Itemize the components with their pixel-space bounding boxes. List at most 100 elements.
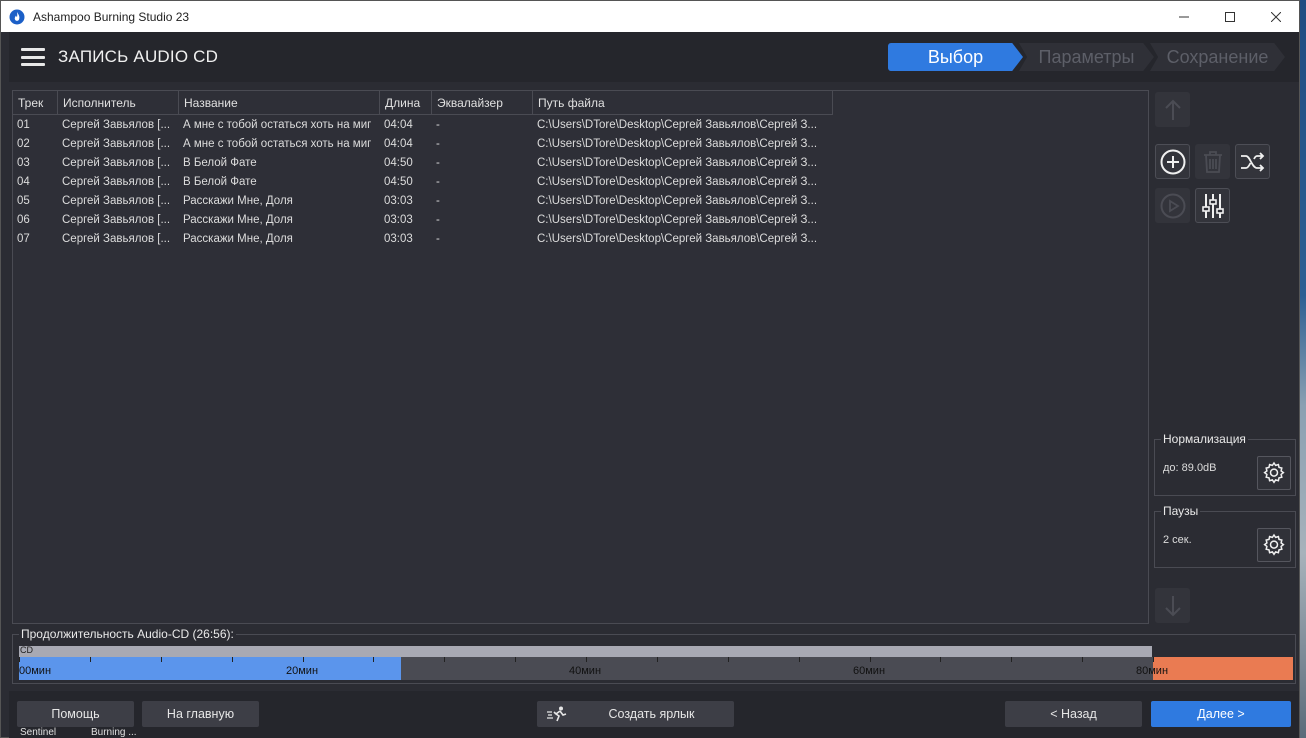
cell-equalizer: -: [436, 213, 440, 226]
scale-label: 00мин: [19, 665, 52, 677]
scale-tick: [799, 657, 800, 662]
move-down-button[interactable]: [1155, 588, 1190, 623]
scale-label: 80мин: [1136, 665, 1169, 677]
table-row[interactable]: 02 Сергей Завьялов [... А мне с тобой оста…: [13, 134, 833, 153]
scale-tick: [586, 657, 587, 662]
cell-title: В Белой Фате: [183, 175, 257, 188]
play-button[interactable]: [1155, 188, 1190, 223]
cell-track-number: 06: [17, 213, 30, 226]
normalization-group: Нормализация до: 89.0dB: [1154, 432, 1296, 496]
scale-tick: [444, 657, 445, 662]
cell-track-number: 04: [17, 175, 30, 188]
step-select[interactable]: Выбор: [888, 43, 1023, 71]
trash-icon: [1203, 150, 1222, 173]
overflow-zone: [1153, 657, 1293, 680]
scale-label: 20мин: [286, 665, 319, 677]
cell-artist: Сергей Завьялов [...: [62, 156, 171, 169]
maximize-button[interactable]: [1207, 1, 1253, 32]
cd-duration-box: Продолжительность Audio-CD (26:56): CD 0…: [12, 627, 1296, 684]
close-button[interactable]: [1253, 1, 1299, 32]
scale-tick: [19, 657, 20, 662]
cell-equalizer: -: [436, 156, 440, 169]
table-row[interactable]: 01 Сергей Завьялов [... А мне с тобой оста…: [13, 115, 833, 134]
cell-file-path: C:\Users\DTore\Desktop\Сергей Завьялов\С…: [537, 137, 818, 150]
normalization-settings-button[interactable]: [1257, 456, 1291, 490]
scale-tick: [161, 657, 162, 662]
cell-title: Расскажи Мне, Доля: [183, 194, 293, 207]
cd-capacity-bar: CD: [19, 645, 1152, 657]
cd-duration-title: Продолжительность Audio-CD (26:56):: [19, 627, 236, 641]
cell-equalizer: -: [436, 118, 440, 131]
cell-artist: Сергей Завьялов [...: [62, 137, 171, 150]
cell-length: 03:03: [384, 213, 413, 226]
next-button[interactable]: Далее >: [1151, 701, 1291, 727]
create-shortcut-button[interactable]: Создать ярлык: [537, 701, 734, 727]
scale-tick: [373, 657, 374, 662]
page-header: ЗАПИСЬ AUDIO CD Выбор Параметры Сохранен…: [9, 32, 1299, 82]
app-flame-icon: [9, 9, 25, 25]
cell-title: А мне с тобой остаться хоть на миг: [183, 118, 372, 131]
table-row[interactable]: 04 Сергей Завьялов [... В Белой Фате 04:50 -…: [13, 172, 833, 191]
table-header: Трек Исполнитель Название Длина Эквалайз…: [13, 91, 833, 115]
cd-usage-scale: 00мин 20мин 40мин 60мин 80мин: [19, 657, 1293, 680]
wizard-steps: Выбор Параметры Сохранение: [888, 43, 1285, 71]
running-man-icon: [547, 706, 567, 722]
minimize-button[interactable]: [1161, 1, 1207, 32]
cell-equalizer: -: [436, 175, 440, 188]
cell-title: Расскажи Мне, Доля: [183, 232, 293, 245]
column-header-title[interactable]: Название: [179, 91, 380, 115]
cell-title: В Белой Фате: [183, 156, 257, 169]
scale-label: 60мин: [853, 665, 886, 677]
cell-equalizer: -: [436, 194, 440, 207]
cd-label: CD: [20, 645, 33, 655]
help-button[interactable]: Помощь: [17, 701, 134, 727]
cell-artist: Сергей Завьялов [...: [62, 118, 171, 131]
play-circle-icon: [1160, 193, 1185, 218]
step-save[interactable]: Сохранение: [1150, 43, 1285, 71]
scale-label: 40мин: [569, 665, 602, 677]
table-row[interactable]: 07 Сергей Завьялов [... Расскажи Мне, Доля…: [13, 229, 833, 248]
move-up-button[interactable]: [1155, 92, 1190, 127]
column-header-artist[interactable]: Исполнитель: [58, 91, 179, 115]
used-time-fill: [19, 657, 401, 680]
scale-tick: [940, 657, 941, 662]
column-header-equalizer[interactable]: Эквалайзер: [432, 91, 533, 115]
scale-tick: [1153, 657, 1154, 662]
table-row[interactable]: 05 Сергей Завьялов [... Расскажи Мне, Доля…: [13, 191, 833, 210]
normalization-value: до: 89.0dB: [1163, 462, 1217, 474]
delete-track-button[interactable]: [1195, 144, 1230, 179]
cell-track-number: 02: [17, 137, 30, 150]
taskbar-item-burning[interactable]: Burning ...: [91, 727, 137, 738]
pauses-title: Паузы: [1161, 504, 1201, 518]
arrow-down-icon: [1164, 595, 1181, 616]
cell-track-number: 03: [17, 156, 30, 169]
column-header-track[interactable]: Трек: [13, 91, 58, 115]
gear-icon: [1263, 533, 1285, 556]
step-parameters[interactable]: Параметры: [1019, 43, 1154, 71]
taskbar-item-sentinel[interactable]: Sentinel: [20, 727, 56, 738]
equalizer-sliders-icon: [1201, 193, 1224, 218]
pauses-value: 2 сек.: [1163, 534, 1192, 546]
menu-icon[interactable]: [21, 48, 45, 66]
pauses-settings-button[interactable]: [1257, 528, 1291, 562]
equalizer-button[interactable]: [1195, 188, 1230, 223]
column-header-length[interactable]: Длина: [380, 91, 432, 115]
table-row[interactable]: 03 Сергей Завьялов [... В Белой Фате 04:50 -…: [13, 153, 833, 172]
home-button[interactable]: На главную: [142, 701, 259, 727]
column-header-path[interactable]: Путь файла: [533, 91, 833, 115]
normalization-title: Нормализация: [1161, 432, 1248, 446]
cell-file-path: C:\Users\DTore\Desktop\Сергей Завьялов\С…: [537, 156, 818, 169]
cell-title: А мне с тобой остаться хоть на миг: [183, 137, 372, 150]
plus-circle-icon: [1160, 149, 1185, 174]
scale-tick: [90, 657, 91, 662]
scale-tick: [1082, 657, 1083, 662]
scale-tick: [870, 657, 871, 662]
scale-tick: [1011, 657, 1012, 662]
add-track-button[interactable]: [1155, 144, 1190, 179]
back-button[interactable]: < Назад: [1005, 701, 1142, 727]
shuffle-button[interactable]: [1235, 144, 1270, 179]
cell-file-path: C:\Users\DTore\Desktop\Сергей Завьялов\С…: [537, 118, 818, 131]
scale-tick: [303, 657, 304, 662]
table-row[interactable]: 06 Сергей Завьялов [... Расскажи Мне, Доля…: [13, 210, 833, 229]
cell-length: 03:03: [384, 232, 413, 245]
